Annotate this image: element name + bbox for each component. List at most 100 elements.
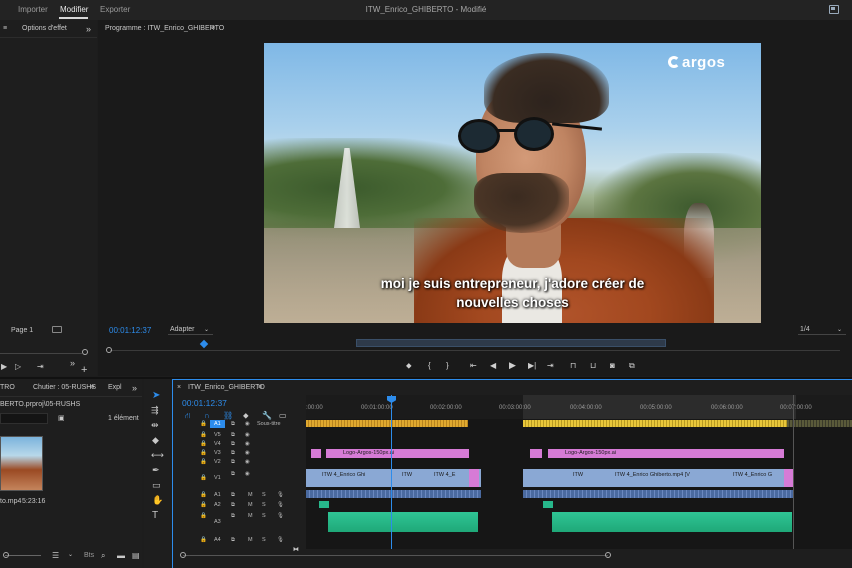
audio-clip-a2-2[interactable] [543, 501, 553, 508]
solo-button[interactable]: S [262, 513, 266, 519]
export-frame-icon[interactable]: ◙ [610, 361, 615, 370]
tab-effect-options[interactable]: Options d'effet [22, 25, 67, 32]
extract-icon[interactable]: ⊔ [590, 361, 596, 370]
page-toggle-icon[interactable] [52, 326, 62, 333]
new-bin-icon[interactable]: ▣ [58, 414, 65, 422]
search-icon[interactable]: ⌕ [101, 551, 105, 561]
lock-icon[interactable]: 🔒 [200, 475, 207, 481]
step-forward-icon[interactable]: ▶| [528, 361, 536, 370]
video-clip-graphic[interactable] [469, 469, 479, 487]
sync-lock-icon[interactable]: ⧉ [231, 492, 235, 499]
double-chevron-icon[interactable]: » [86, 24, 91, 34]
ripple-edit-icon[interactable]: ⇹ [151, 420, 159, 431]
lock-icon[interactable]: 🔒 [200, 513, 207, 519]
timeline-timecode[interactable]: 00:01:12:37 [182, 398, 227, 408]
eye-icon[interactable]: ◉ [245, 421, 250, 427]
hand-icon[interactable]: ✋ [152, 495, 163, 506]
eye-icon[interactable]: ◉ [245, 459, 250, 465]
program-video-frame[interactable]: argos moi je suis entrepreneur, j'adore … [264, 43, 761, 323]
program-timecode[interactable]: 00:01:12:37 [109, 326, 151, 335]
monitor-zoom-knob[interactable] [106, 347, 112, 353]
eye-icon[interactable]: ◉ [245, 471, 250, 477]
more-controls-icon[interactable]: » [70, 358, 75, 368]
lock-icon[interactable]: 🔒 [200, 450, 207, 456]
playhead-line[interactable] [391, 395, 392, 549]
lock-icon[interactable]: 🔒 [200, 441, 207, 447]
pen-icon[interactable]: ✒ [152, 465, 160, 476]
microphone-icon[interactable]: 🎙 [277, 537, 284, 543]
hamburger-icon[interactable]: ≡ [3, 25, 7, 32]
go-to-out-icon[interactable]: ⇥ [547, 361, 554, 370]
microphone-icon[interactable]: 🎙 [277, 492, 284, 498]
mute-button[interactable]: M [248, 537, 253, 543]
folder-icon[interactable]: ▬ [117, 551, 125, 560]
rectangle-icon[interactable]: ▭ [152, 480, 161, 491]
slip-icon[interactable]: ⟷ [151, 450, 164, 461]
sync-lock-icon[interactable]: ⧉ [231, 502, 235, 509]
tab-chutier[interactable]: Chutier : 05-RUSHS [33, 384, 96, 391]
scroll-end-handle[interactable] [605, 552, 611, 558]
graphic-clip-small[interactable] [311, 449, 321, 458]
video-clip-group-1[interactable]: ITW 4_Enrico Ghi ITW ITW 4_E [306, 469, 481, 487]
tab-tro[interactable]: TRO [0, 384, 15, 391]
chevron-down-icon[interactable]: ⌄ [68, 551, 73, 558]
sync-lock-icon[interactable]: ⧉ [231, 513, 235, 520]
lock-icon[interactable]: 🔒 [200, 502, 207, 508]
mark-out-icon[interactable]: } [446, 361, 449, 370]
solo-button[interactable]: S [262, 502, 266, 508]
in-out-range[interactable] [356, 339, 666, 347]
graphic-clip-logo-1[interactable]: Logo-Argos-150px.ai [326, 449, 469, 458]
thumbnail-size-slider[interactable] [5, 555, 41, 556]
sync-lock-icon[interactable]: ⧉ [231, 471, 235, 478]
lift-icon[interactable]: ⊓ [570, 361, 576, 370]
eye-icon[interactable]: ◉ [245, 441, 250, 447]
scrub-bar[interactable] [0, 353, 82, 354]
caption-clips-1[interactable] [306, 420, 468, 427]
step-forward-icon[interactable]: ▷ [15, 362, 21, 371]
sync-lock-icon[interactable]: ⧉ [231, 459, 235, 466]
audio-clip-a1-1[interactable] [306, 490, 481, 498]
timeline-menu-icon[interactable]: ≡ [258, 384, 262, 391]
zoom-slider-knob[interactable] [3, 552, 9, 558]
monitor-menu-icon[interactable]: ≡ [211, 25, 215, 32]
scroll-start-handle[interactable] [180, 552, 186, 558]
mark-in-icon[interactable]: { [428, 361, 431, 370]
lock-icon[interactable]: 🔒 [200, 537, 207, 543]
mute-button[interactable]: M [248, 513, 253, 519]
play-icon[interactable]: ▶ [1, 362, 7, 371]
fit-dropdown[interactable]: Adapter ⌄ [168, 325, 213, 335]
next-frame-icon[interactable]: ⇥ [37, 362, 44, 371]
track-area[interactable]: Logo-Argos-150px.ai Logo-Argos-150px.ai … [306, 395, 852, 549]
graphic-clip-logo-2[interactable]: Logo-Argos-150px.ai [548, 449, 784, 458]
go-to-in-icon[interactable]: ⇤ [470, 361, 477, 370]
audio-clip-a1-2[interactable] [523, 490, 793, 498]
tab-menu-icon[interactable]: ≡ [90, 384, 94, 391]
play-button-icon[interactable]: ▶ [509, 360, 516, 371]
audio-clip-a2-1[interactable] [319, 501, 329, 508]
graphic-clip-small[interactable] [530, 449, 542, 458]
close-icon[interactable]: × [177, 384, 181, 391]
microphone-icon[interactable]: 🎙 [277, 502, 284, 508]
page-selector[interactable]: Page 1 [11, 327, 33, 334]
eye-icon[interactable]: ◉ [245, 450, 250, 456]
mute-button[interactable]: M [248, 492, 253, 498]
share-icon[interactable] [829, 5, 839, 14]
step-back-icon[interactable]: ◀ [490, 361, 496, 370]
monitor-scrub-bar[interactable] [110, 350, 840, 351]
search-input[interactable] [0, 413, 48, 424]
add-marker-icon[interactable]: ⬥ [406, 361, 412, 371]
lock-icon[interactable]: 🔒 [200, 421, 207, 427]
eye-icon[interactable]: ◉ [245, 432, 250, 438]
video-clip-group-2[interactable]: ITW ITW 4_Enrico Ghiberto.mp4 [V ITW 4_E… [523, 469, 793, 487]
new-item-icon[interactable]: ▤ [132, 551, 140, 560]
timeline-horizontal-scrollbar[interactable] [183, 555, 608, 556]
mute-button[interactable]: M [248, 502, 253, 508]
quality-dropdown[interactable]: 1/4 ⌄ [798, 325, 846, 335]
sort-icon[interactable]: ☰ [52, 551, 59, 560]
sync-lock-icon[interactable]: ⧉ [231, 421, 235, 428]
sync-lock-icon[interactable]: ⧉ [231, 537, 235, 544]
selection-tool-icon[interactable]: ➤ [152, 390, 160, 401]
audio-clip-a3-1[interactable] [328, 512, 478, 532]
zoom-icon[interactable]: ⧓ [293, 546, 299, 553]
sync-lock-icon[interactable]: ⧉ [231, 441, 235, 448]
